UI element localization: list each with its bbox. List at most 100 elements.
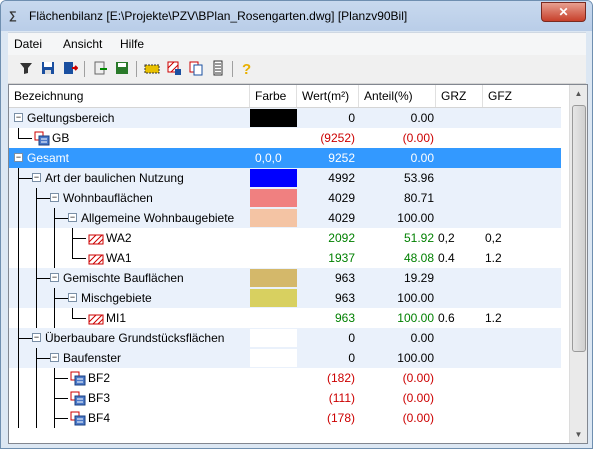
save-icon[interactable]: [40, 60, 56, 76]
tree-row[interactable]: − Gemischte Bauflächen 963 19.29: [9, 268, 561, 288]
tree-connector: [18, 248, 19, 268]
tree-row[interactable]: − Geltungsbereich 0 0.00: [9, 108, 561, 128]
value-cell: 963: [334, 291, 355, 305]
value-cell: 1937: [328, 251, 355, 265]
tree-connector: [18, 288, 19, 308]
tree-row[interactable]: WA1 1937 48.08 0.4 1.2: [9, 248, 561, 268]
row-label: Überbaubare Grundstücksflächen: [45, 331, 225, 345]
collapse-toggle-icon[interactable]: −: [50, 353, 59, 362]
grz-cell: 0,2: [438, 231, 455, 245]
row-label: Wohnbauflächen: [63, 191, 153, 205]
tree-connector: [72, 238, 86, 239]
list-icon[interactable]: [210, 60, 226, 76]
collapse-toggle-icon[interactable]: −: [50, 273, 59, 282]
menu-hilfe[interactable]: Hilfe: [120, 37, 144, 51]
tree-row[interactable]: MI1 963 100.00 0.6 1.2: [9, 308, 561, 328]
share-cell: 100.00: [397, 311, 434, 325]
area-balance-tree[interactable]: Bezeichnung Farbe Wert(m²) Anteil(%) GRZ…: [8, 84, 588, 444]
close-button[interactable]: ✕: [541, 2, 586, 22]
value-cell: (182): [326, 371, 355, 385]
building-area-icon: [70, 391, 86, 406]
building-area-icon: [70, 371, 86, 386]
value-cell: 963: [334, 311, 355, 325]
tree-connector: [18, 368, 19, 388]
tree-row[interactable]: BF3 (111) (0.00): [9, 388, 561, 408]
tree-row[interactable]: − Mischgebiete 963 100.00: [9, 288, 561, 308]
row-label: BF2: [88, 371, 111, 385]
row-label: BF4: [88, 411, 111, 425]
row-label: BF3: [88, 391, 111, 405]
tree-row[interactable]: − Gesamt 0,0,0 9252 0.00: [9, 148, 561, 168]
tree-row[interactable]: BF4 (178) (0.00): [9, 408, 561, 428]
color-swatch: [250, 349, 297, 367]
vertical-scrollbar[interactable]: ▲ ▼: [569, 85, 587, 443]
filter-icon[interactable]: [18, 60, 34, 76]
share-cell: 19.29: [403, 271, 434, 285]
toolbar-separator: [84, 61, 85, 77]
tree-connector: [36, 288, 37, 308]
svg-text:?: ?: [242, 61, 251, 76]
tree-connector: [36, 388, 37, 408]
share-cell: 80.71: [403, 191, 434, 205]
collapse-toggle-icon[interactable]: −: [68, 293, 77, 302]
tree-row[interactable]: WA2 2092 51.92 0,2 0,2: [9, 228, 561, 248]
copy-icon[interactable]: [188, 60, 204, 76]
tree-connector: [36, 278, 50, 279]
column-anteil[interactable]: Anteil(%): [359, 85, 436, 107]
scroll-thumb[interactable]: [572, 105, 586, 352]
collapse-toggle-icon[interactable]: −: [68, 213, 77, 222]
hatch-icon[interactable]: [166, 60, 182, 76]
color-swatch: [250, 209, 297, 227]
column-bezeichnung[interactable]: Bezeichnung: [9, 85, 250, 107]
value-cell: 4992: [328, 171, 355, 185]
tree-connector: [72, 308, 73, 318]
save-layer-icon[interactable]: [114, 60, 130, 76]
tree-row[interactable]: − Allgemeine Wohnbaugebiete 4029 100.00: [9, 208, 561, 228]
column-wert[interactable]: Wert(m²): [297, 85, 359, 107]
tree-row[interactable]: − Überbaubare Grundstücksflächen 0 0.00: [9, 328, 561, 348]
gfz-cell: 1.2: [485, 311, 502, 325]
share-cell: (0.00): [402, 131, 434, 145]
value-cell: 4029: [328, 191, 355, 205]
tree-row[interactable]: − Wohnbauflächen 4029 80.71: [9, 188, 561, 208]
export-icon[interactable]: [62, 60, 78, 76]
title-bar[interactable]: ∑ Flächenbilanz [E:\Projekte\PZV\BPlan_R…: [1, 1, 592, 31]
column-farbe[interactable]: Farbe: [250, 85, 297, 107]
column-grz[interactable]: GRZ: [436, 85, 483, 107]
grz-cell: 0.4: [438, 251, 455, 265]
tree-connector: [18, 408, 19, 428]
tree-connector: [18, 128, 19, 138]
tree-connector: [36, 198, 50, 199]
collapse-toggle-icon[interactable]: −: [32, 333, 41, 342]
scroll-down-arrow-icon[interactable]: ▼: [570, 426, 587, 443]
color-swatch: [250, 289, 297, 307]
tree-connector: [36, 408, 37, 428]
collapse-toggle-icon[interactable]: −: [14, 113, 23, 122]
tree-connector: [18, 388, 19, 408]
menu-datei[interactable]: Datei: [14, 37, 42, 51]
scroll-up-arrow-icon[interactable]: ▲: [570, 85, 587, 102]
value-cell: 0: [348, 351, 355, 365]
building-area-icon: [70, 411, 86, 426]
area-icon[interactable]: [144, 60, 160, 76]
row-label: WA1: [106, 251, 132, 265]
collapse-toggle-icon[interactable]: −: [50, 193, 59, 202]
collapse-toggle-icon[interactable]: −: [32, 173, 41, 182]
tree-connector: [36, 368, 37, 388]
tree-connector: [18, 228, 19, 248]
tree-row[interactable]: − Baufenster 0 100.00: [9, 348, 561, 368]
value-cell: 0: [348, 331, 355, 345]
collapse-toggle-icon[interactable]: −: [14, 153, 23, 162]
column-gfz[interactable]: GFZ: [483, 85, 561, 107]
share-cell: (0.00): [402, 391, 434, 405]
tree-connector: [18, 308, 19, 328]
import-icon[interactable]: [92, 60, 108, 76]
row-label: Gesamt: [27, 151, 70, 165]
tree-row[interactable]: − Art der baulichen Nutzung 4992 53.96: [9, 168, 561, 188]
menu-ansicht[interactable]: Ansicht: [63, 37, 102, 51]
help-icon[interactable]: ?: [238, 60, 254, 76]
window-title: Flächenbilanz [E:\Projekte\PZV\BPlan_Ros…: [29, 9, 408, 23]
tree-row[interactable]: BF2 (182) (0.00): [9, 368, 561, 388]
value-cell: (178): [326, 411, 355, 425]
tree-row[interactable]: GB (9252) (0.00): [9, 128, 561, 148]
